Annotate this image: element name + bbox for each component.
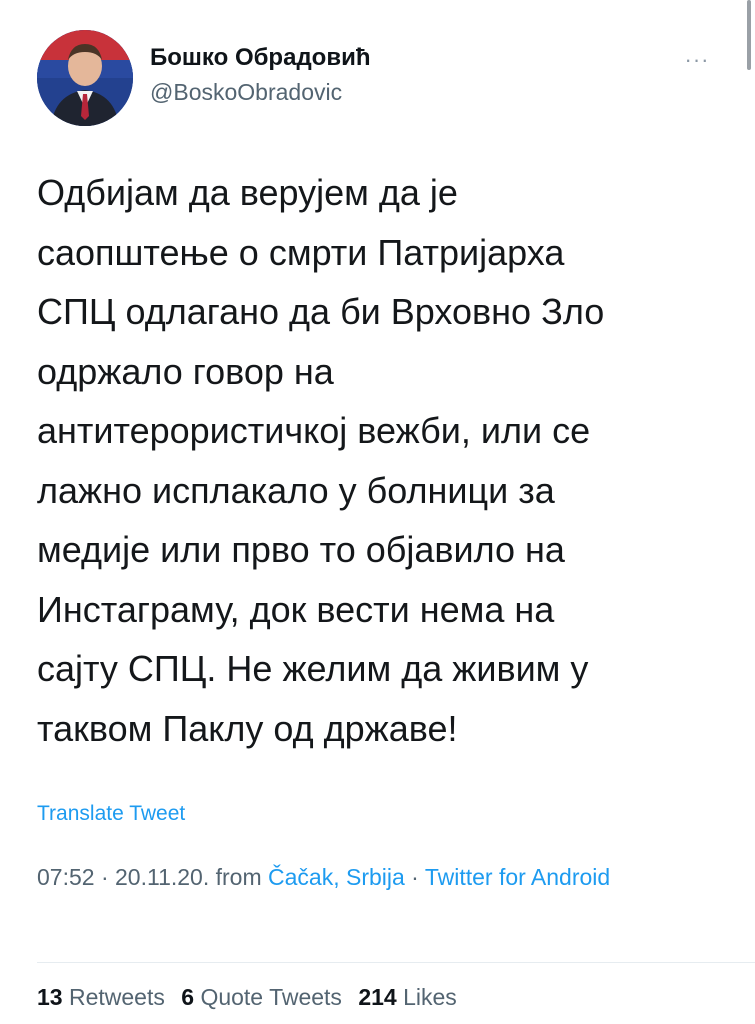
retweets-count: 13 [37, 984, 63, 1010]
tweet-text-line: медије или прво то објавило на [37, 529, 565, 570]
retweets-stat[interactable]: 13 Retweets [37, 984, 165, 1010]
scrollbar[interactable] [747, 0, 751, 70]
engagement-stats: 13 Retweets 6 Quote Tweets 214 Likes [37, 984, 467, 1011]
tweet-text-line: сајту СПЦ. Не желим да живим у [37, 648, 589, 689]
more-options-button[interactable]: ··· [672, 48, 722, 72]
tweet-text-line: СПЦ одлагано да би Врховно Зло [37, 291, 605, 332]
tweet-metadata: 07:52 · 20.11.20. from Čačak, Srbija · T… [37, 858, 727, 896]
meta-separator: · [404, 864, 425, 890]
source-link[interactable]: Twitter for Android [425, 864, 610, 890]
tweet-text-line: таквом Паклу од државе! [37, 707, 458, 749]
tweet-text-line: Одбијам да верујем да је [37, 172, 458, 213]
quote-tweets-stat[interactable]: 6 Quote Tweets [181, 984, 342, 1010]
meta-separator: · [94, 864, 116, 890]
likes-stat[interactable]: 214 Likes [358, 984, 456, 1010]
author-handle[interactable]: @BoskoObradovic [150, 79, 342, 106]
ellipsis-icon: ··· [684, 47, 710, 72]
quote-tweets-label: Quote Tweets [200, 984, 342, 1010]
retweets-label: Retweets [68, 984, 165, 1010]
location-link[interactable]: Čačak, Srbija [268, 864, 405, 890]
likes-count: 214 [358, 984, 397, 1010]
tweet-date[interactable]: 20.11.20. [115, 864, 209, 890]
divider [37, 962, 755, 963]
from-label: from [209, 864, 269, 890]
quote-tweets-count: 6 [181, 984, 195, 1010]
tweet-text-line: лажно исплакало у болници за [37, 469, 555, 511]
profile-photo-icon [37, 30, 133, 126]
tweet-text-line: саопштење о смрти Патријарха [37, 231, 565, 273]
tweet-text-line: Инстаграму, док вести нема на [37, 588, 555, 630]
avatar[interactable] [37, 30, 133, 126]
translate-tweet-link[interactable]: Translate Tweet [37, 802, 185, 826]
tweet-time[interactable]: 07:52 [37, 864, 95, 890]
author-display-name[interactable]: Бошко Обрадовић [150, 44, 371, 72]
tweet-text-line: одржало говор на [37, 350, 334, 392]
tweet-detail-screen: Бошко Обрадовић @BoskoObradovic ··· Одби… [0, 0, 755, 1024]
tweet-text: Одбијам да верујем да је саопштење о смр… [37, 163, 737, 758]
likes-label: Likes [403, 984, 457, 1010]
tweet-text-line: антитерористичкој вежби, или се [37, 410, 591, 451]
